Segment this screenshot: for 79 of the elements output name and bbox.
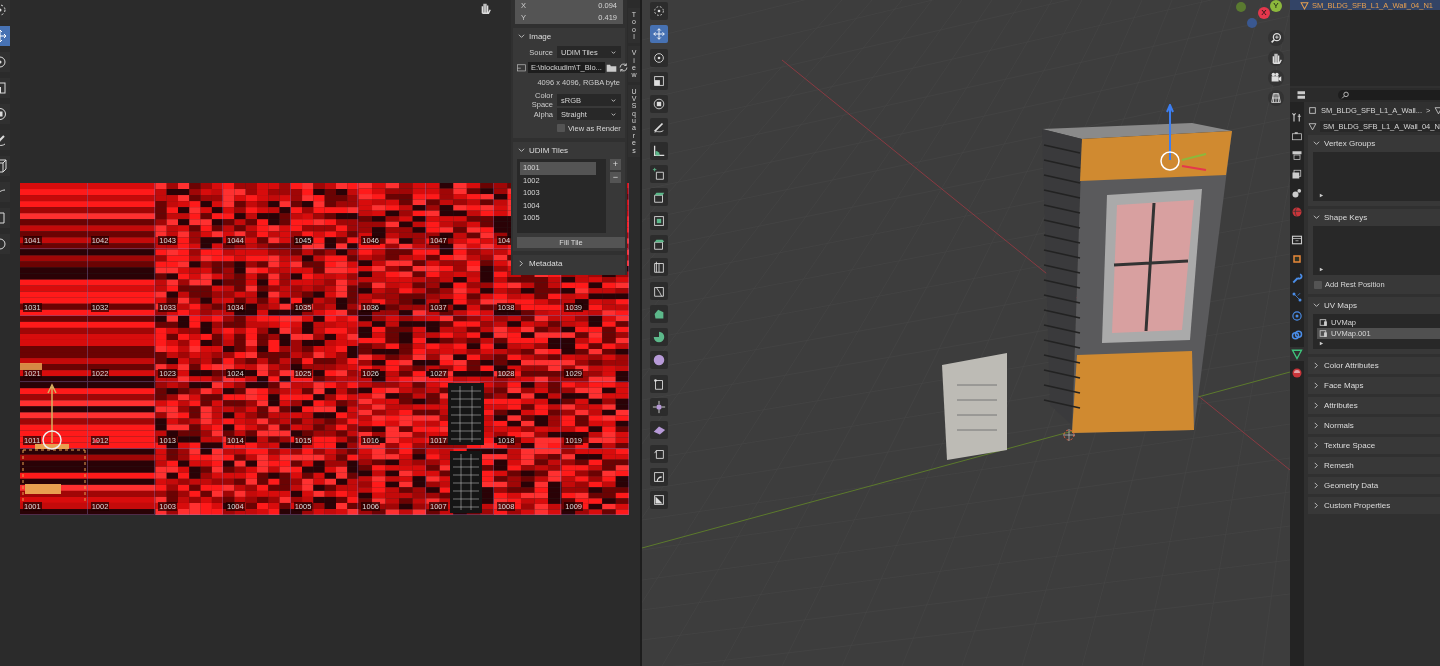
scene-icon[interactable] <box>1290 186 1304 200</box>
expand-arrow-icon[interactable] <box>1319 341 1324 346</box>
panel-header[interactable]: Face Maps <box>1308 377 1440 394</box>
pencil-icon[interactable] <box>650 118 668 137</box>
triangle-mesh-icon <box>1434 105 1440 115</box>
wrench-icon[interactable] <box>1290 271 1304 285</box>
reload-icon[interactable] <box>617 62 629 73</box>
panel-header[interactable]: Texture Space <box>1308 437 1440 454</box>
panel-header[interactable]: Custom Properties <box>1308 497 1440 514</box>
editor-type-icon[interactable] <box>1296 89 1308 101</box>
folder-icon[interactable] <box>605 62 617 73</box>
expand-arrow-icon[interactable] <box>1319 267 1324 272</box>
inset-icon[interactable] <box>650 211 668 230</box>
camera-icon[interactable] <box>1268 70 1284 86</box>
edge-slide-icon[interactable] <box>650 374 668 393</box>
square-split-icon[interactable] <box>650 491 668 510</box>
axis-ball[interactable]: X <box>1258 7 1270 19</box>
images-icon[interactable] <box>1290 167 1304 181</box>
triangle-mesh-icon[interactable] <box>1308 122 1317 131</box>
uv-map-icon <box>1319 318 1328 327</box>
particles-icon[interactable] <box>1290 290 1304 304</box>
object-icon <box>1308 105 1317 115</box>
spin-icon[interactable] <box>650 328 668 347</box>
triangle-mesh-icon[interactable] <box>1290 347 1304 361</box>
link-icon[interactable] <box>1290 328 1304 342</box>
orbit-icon[interactable] <box>1290 309 1304 323</box>
globe-icon[interactable] <box>1290 205 1304 219</box>
move-icon[interactable] <box>650 25 668 44</box>
remove-button[interactable]: − <box>610 172 621 183</box>
expand-arrow-icon[interactable] <box>1319 193 1324 198</box>
knife-icon[interactable] <box>650 281 668 300</box>
scale-icon[interactable] <box>650 71 668 90</box>
rotate-icon[interactable] <box>650 48 668 67</box>
uv-map-icon <box>1319 329 1328 338</box>
axis-ball[interactable]: Y <box>1270 0 1282 12</box>
checkbox[interactable] <box>1314 280 1322 289</box>
add-button[interactable]: + <box>610 159 621 170</box>
printer-icon[interactable] <box>1290 148 1304 162</box>
chevron-down-icon <box>610 48 617 56</box>
loop-cut-icon[interactable] <box>650 258 668 277</box>
checkbox[interactable] <box>557 124 565 132</box>
panel-header[interactable]: UV Maps <box>1308 297 1440 314</box>
search-icon <box>1341 90 1350 100</box>
shrink-icon[interactable] <box>650 398 668 417</box>
ruler-icon[interactable] <box>650 141 668 160</box>
image-icon[interactable] <box>516 62 527 73</box>
cursor-icon[interactable] <box>650 2 668 20</box>
uv-island-drawing <box>450 451 482 513</box>
rip-icon[interactable] <box>650 444 668 463</box>
panel-header[interactable]: Attributes <box>1308 397 1440 414</box>
uv-selection-drawing <box>22 444 86 502</box>
box-icon[interactable] <box>1290 233 1304 247</box>
poly-build-icon[interactable] <box>650 304 668 323</box>
grid-icon[interactable] <box>1268 90 1284 106</box>
panel-header[interactable]: Geometry Data <box>1308 477 1440 494</box>
triangle-mesh-icon <box>1300 0 1309 10</box>
bevel-icon[interactable] <box>650 234 668 253</box>
sphere-icon[interactable] <box>1290 366 1304 380</box>
zoom-icon[interactable] <box>1268 30 1284 46</box>
square-icon[interactable] <box>1290 252 1304 266</box>
shear-icon[interactable] <box>650 421 668 440</box>
panel-header[interactable]: UDIM Tiles <box>513 142 625 159</box>
panel-header[interactable]: Normals <box>1308 417 1440 434</box>
panel-header[interactable]: Image <box>513 28 625 45</box>
panel-header[interactable]: Remesh <box>1308 457 1440 474</box>
hand-icon[interactable] <box>1268 50 1284 66</box>
3d-cursor-icon <box>1062 428 1076 442</box>
uv-selection-drawing <box>20 363 42 370</box>
extrude-icon[interactable] <box>650 188 668 207</box>
add-cube-icon[interactable] <box>650 165 668 184</box>
corner-icon[interactable] <box>650 467 668 486</box>
search-field[interactable] <box>1338 90 1440 100</box>
tool-icon[interactable] <box>1290 110 1304 124</box>
uv-island-drawing <box>448 383 484 445</box>
transform-icon[interactable] <box>650 95 668 114</box>
camera-back-icon[interactable] <box>1290 129 1304 143</box>
panel-header[interactable]: Shape Keys <box>1308 209 1440 226</box>
transform-gizmo-drawing <box>1160 104 1208 172</box>
panel-header[interactable]: Color Attributes <box>1308 357 1440 374</box>
